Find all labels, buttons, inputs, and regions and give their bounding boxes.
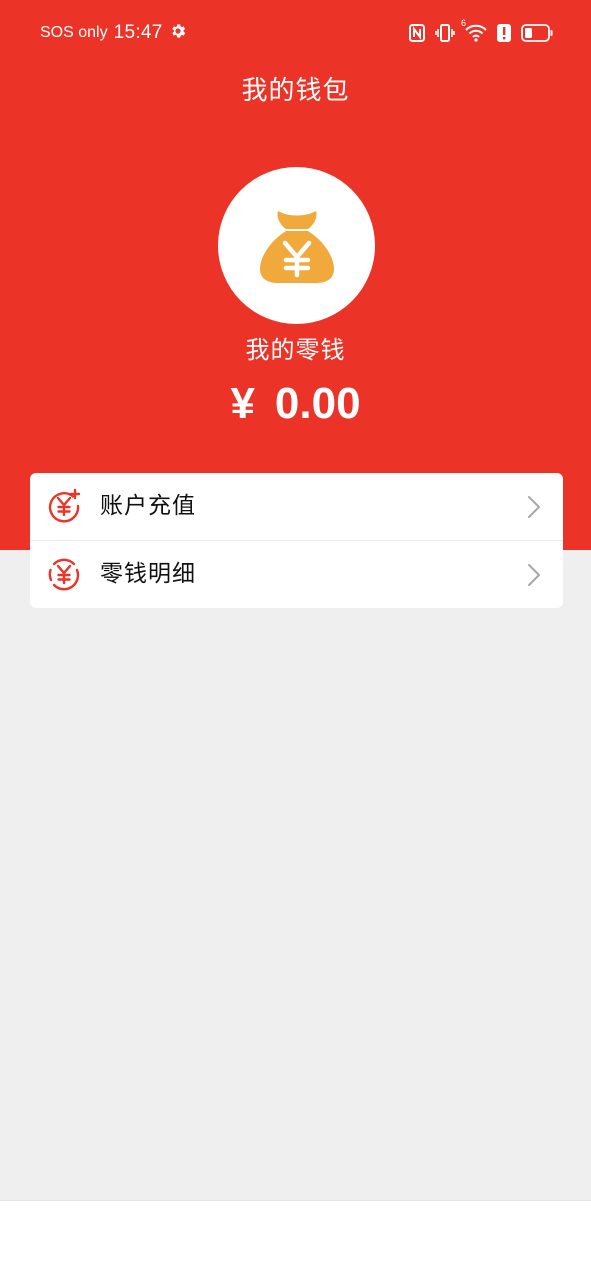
menu-item-recharge[interactable]: 账户充值: [30, 473, 563, 540]
settings-gear-icon: [169, 22, 187, 44]
status-right: 6: [409, 18, 553, 46]
alert-icon: [497, 24, 511, 42]
wifi-icon: 6: [461, 18, 487, 42]
menu-item-change-details[interactable]: 零钱明细: [30, 540, 563, 608]
carrier-text: SOS only: [40, 24, 108, 41]
menu-item-recharge-label: 账户充值: [100, 493, 196, 519]
currency-symbol: ¥: [230, 379, 255, 428]
status-bar: SOS only 15:47 6: [0, 0, 591, 66]
nfc-icon: [409, 24, 425, 42]
money-bag-icon: [260, 211, 334, 283]
battery-icon: [521, 24, 553, 42]
balance-amount: ¥0.00: [0, 376, 591, 432]
clock-text: 15:47: [113, 22, 163, 43]
wifi-generation-label: 6: [461, 18, 467, 28]
wallet-screen: SOS only 15:47 6 我的钱包 我的零钱 ¥ 0.00 账户充值 零…: [0, 0, 591, 1280]
bottom-bar: [0, 1200, 591, 1280]
wallet-label: 我的零钱: [245, 336, 346, 364]
yen-plus-icon: [48, 488, 81, 523]
menu-item-change-details-label: 零钱明细: [100, 561, 196, 587]
wallet-avatar: [218, 167, 375, 324]
balance-value: 0.00: [274, 379, 361, 428]
yen-circle-icon: [48, 558, 80, 591]
wallet-menu-card: 账户充值 零钱明细: [30, 473, 563, 608]
chevron-right-icon: [528, 496, 540, 518]
page-title: 我的钱包: [241, 76, 350, 106]
status-left: SOS only 15:47: [40, 20, 187, 46]
chevron-right-icon: [528, 564, 540, 586]
vibrate-icon: [435, 23, 455, 43]
